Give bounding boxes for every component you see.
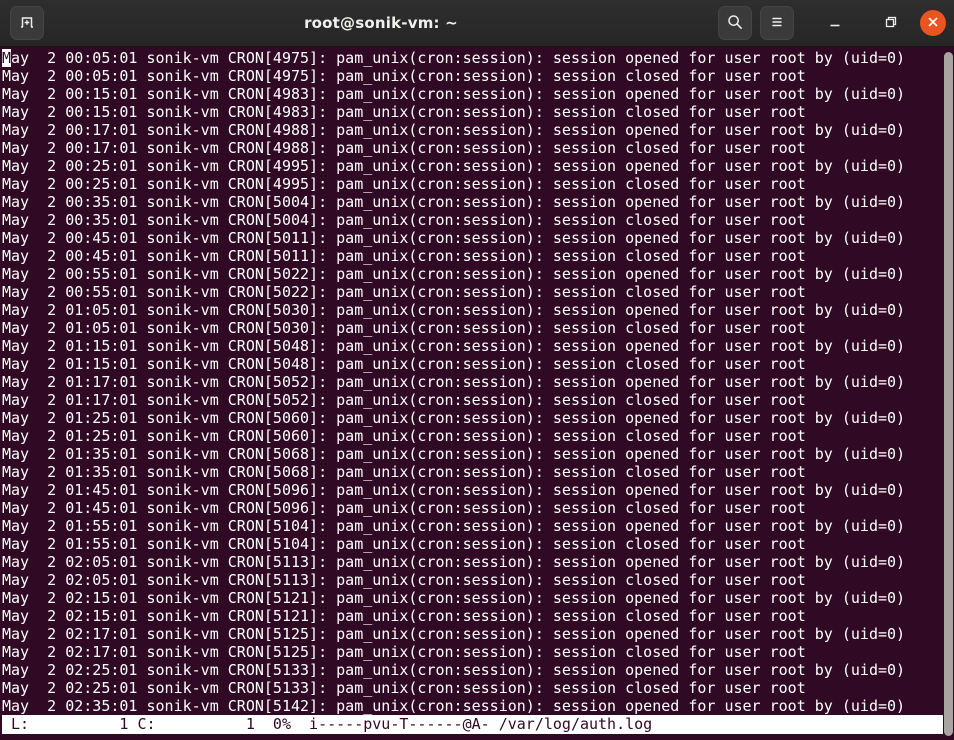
menu-button[interactable] (760, 6, 794, 40)
terminal-line: May 2 01:55:01 sonik-vm CRON[5104]: pam_… (2, 517, 954, 535)
window-title: root@sonik-vm: ~ (44, 14, 718, 32)
terminal-area[interactable]: May 2 00:05:01 sonik-vm CRON[4975]: pam_… (0, 47, 954, 740)
terminal-line: May 2 01:45:01 sonik-vm CRON[5096]: pam_… (2, 481, 954, 499)
minimize-button[interactable] (820, 8, 850, 38)
terminal-line: May 2 00:25:01 sonik-vm CRON[4995]: pam_… (2, 157, 954, 175)
terminal-line: May 2 01:45:01 sonik-vm CRON[5096]: pam_… (2, 499, 954, 517)
terminal-line: May 2 00:05:01 sonik-vm CRON[4975]: pam_… (2, 67, 954, 85)
terminal-line: May 2 01:15:01 sonik-vm CRON[5048]: pam_… (2, 337, 954, 355)
terminal-line: May 2 02:17:01 sonik-vm CRON[5125]: pam_… (2, 625, 954, 643)
new-tab-button[interactable] (10, 6, 44, 40)
terminal-line: May 2 00:35:01 sonik-vm CRON[5004]: pam_… (2, 193, 954, 211)
terminal-line: May 2 02:35:01 sonik-vm CRON[5142]: pam_… (2, 697, 954, 715)
terminal-line: May 2 00:15:01 sonik-vm CRON[4983]: pam_… (2, 103, 954, 121)
terminal-window: root@sonik-vm: ~ (0, 0, 954, 740)
close-button[interactable] (920, 10, 946, 36)
terminal-line: May 2 02:05:01 sonik-vm CRON[5113]: pam_… (2, 553, 954, 571)
terminal-line: May 2 02:17:01 sonik-vm CRON[5125]: pam_… (2, 643, 954, 661)
terminal-line: May 2 02:15:01 sonik-vm CRON[5121]: pam_… (2, 589, 954, 607)
terminal-line: May 2 00:45:01 sonik-vm CRON[5011]: pam_… (2, 247, 954, 265)
terminal-line: May 2 01:35:01 sonik-vm CRON[5068]: pam_… (2, 463, 954, 481)
terminal-line: May 2 00:17:01 sonik-vm CRON[4988]: pam_… (2, 121, 954, 139)
terminal-line: May 2 01:15:01 sonik-vm CRON[5048]: pam_… (2, 355, 954, 373)
terminal-line: May 2 01:25:01 sonik-vm CRON[5060]: pam_… (2, 409, 954, 427)
restore-button[interactable] (876, 8, 906, 38)
headerbar: root@sonik-vm: ~ (0, 0, 954, 47)
terminal-line: May 2 00:55:01 sonik-vm CRON[5022]: pam_… (2, 283, 954, 301)
terminal-screen: May 2 00:05:01 sonik-vm CRON[4975]: pam_… (2, 49, 954, 715)
terminal-line: May 2 02:05:01 sonik-vm CRON[5113]: pam_… (2, 571, 954, 589)
terminal-line: May 2 01:25:01 sonik-vm CRON[5060]: pam_… (2, 427, 954, 445)
terminal-line: May 2 00:17:01 sonik-vm CRON[4988]: pam_… (2, 139, 954, 157)
terminal-line: May 2 01:17:01 sonik-vm CRON[5052]: pam_… (2, 373, 954, 391)
editor-status-bar: L: 1 C: 1 0% i-----pvu-T------@A- /var/l… (2, 715, 943, 734)
terminal-line: May 2 00:35:01 sonik-vm CRON[5004]: pam_… (2, 211, 954, 229)
hamburger-icon (768, 13, 786, 34)
terminal-line: May 2 00:25:01 sonik-vm CRON[4995]: pam_… (2, 175, 954, 193)
close-x-icon (926, 15, 940, 32)
terminal-line: May 2 01:05:01 sonik-vm CRON[5030]: pam_… (2, 319, 954, 337)
tab-plus-icon (18, 13, 36, 34)
restore-window-icon (882, 13, 900, 34)
terminal-line: May 2 01:35:01 sonik-vm CRON[5068]: pam_… (2, 445, 954, 463)
terminal-line: May 2 00:05:01 sonik-vm CRON[4975]: pam_… (2, 49, 954, 67)
magnifier-icon (726, 13, 744, 34)
block-cursor: M (2, 49, 11, 67)
terminal-line: May 2 02:25:01 sonik-vm CRON[5133]: pam_… (2, 661, 954, 679)
minimize-icon (826, 13, 844, 34)
terminal-line: May 2 02:25:01 sonik-vm CRON[5133]: pam_… (2, 679, 954, 697)
terminal-line: May 2 00:15:01 sonik-vm CRON[4983]: pam_… (2, 85, 954, 103)
terminal-line: May 2 02:15:01 sonik-vm CRON[5121]: pam_… (2, 607, 954, 625)
search-button[interactable] (718, 6, 752, 40)
terminal-line: May 2 00:45:01 sonik-vm CRON[5011]: pam_… (2, 229, 954, 247)
terminal-line: May 2 00:55:01 sonik-vm CRON[5022]: pam_… (2, 265, 954, 283)
terminal-line: May 2 01:55:01 sonik-vm CRON[5104]: pam_… (2, 535, 954, 553)
terminal-line: May 2 01:17:01 sonik-vm CRON[5052]: pam_… (2, 391, 954, 409)
terminal-line: May 2 01:05:01 sonik-vm CRON[5030]: pam_… (2, 301, 954, 319)
scrollbar-thumb[interactable] (944, 52, 953, 736)
